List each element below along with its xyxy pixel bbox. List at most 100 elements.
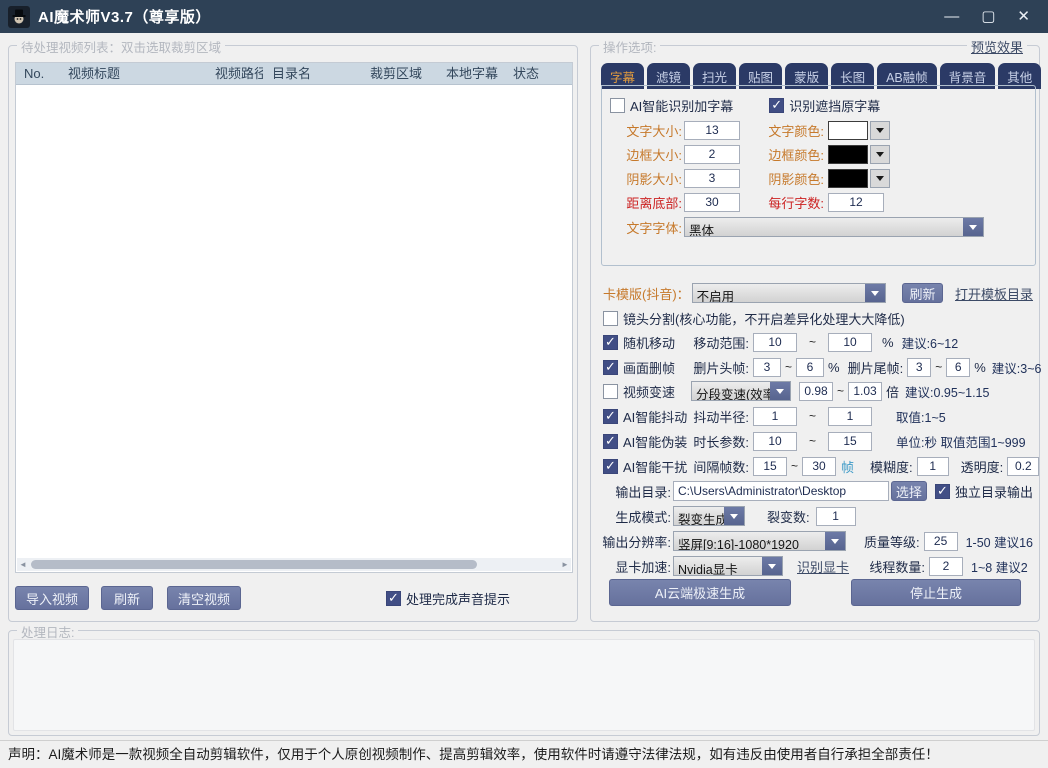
tail-frames-from-input[interactable]	[907, 358, 931, 377]
status-bar: 声明：AI魔术师是一款视频全自动剪辑软件，仅用于个人原创视频制作、提高剪辑效率，…	[0, 740, 1048, 768]
preview-effect-link[interactable]: 预览效果	[967, 37, 1027, 56]
border-color-dropdown-icon[interactable]	[870, 145, 890, 164]
speed-mode-select[interactable]: 分段变速(效率优先)	[691, 381, 791, 401]
independent-dir-label: 独立目录输出	[955, 482, 1033, 501]
subtitle-panel: AI智能识别加字幕 识别遮挡原字幕 文字大小: 文字颜色: 边框大小: 边框颜色…	[601, 85, 1036, 266]
chevron-down-icon[interactable]	[825, 532, 845, 550]
interval-from-input[interactable]	[753, 457, 787, 476]
mask-original-subtitle-label: 识别遮挡原字幕	[789, 96, 880, 115]
shake-to-input[interactable]	[828, 407, 872, 426]
chevron-down-icon[interactable]	[865, 284, 885, 302]
quality-input[interactable]	[924, 532, 958, 551]
speed-change-checkbox[interactable]	[603, 384, 618, 399]
independent-dir-checkbox[interactable]	[935, 484, 950, 499]
open-template-dir-link[interactable]: 打开模板目录	[955, 284, 1033, 303]
shadow-color-dropdown-icon[interactable]	[870, 169, 890, 188]
template-select[interactable]: 不启用	[692, 283, 886, 303]
duration-to-input[interactable]	[828, 432, 872, 451]
minimize-button[interactable]: —	[944, 0, 959, 33]
cloud-generate-button[interactable]: AI云端极速生成	[609, 579, 791, 606]
sound-tip-checkbox[interactable]	[386, 591, 401, 606]
shadow-color-swatch[interactable]	[828, 169, 868, 188]
app-window: AI魔术师V3.7（尊享版） — ▢ ✕ 待处理视频列表：双击选取裁剪区域 No…	[0, 0, 1048, 768]
log-output-area	[13, 639, 1035, 731]
frame-delete-checkbox[interactable]	[603, 360, 618, 375]
interval-to-input[interactable]	[802, 457, 836, 476]
move-range-from-input[interactable]	[753, 333, 797, 352]
tail-frames-label: 删片尾帧:	[848, 358, 904, 377]
chevron-down-icon[interactable]	[762, 557, 782, 575]
col-no: No.	[16, 63, 60, 84]
video-table: No. 视频标题 视频路径 目录名 裁剪区域 本地字幕 状态 ◄ ►	[15, 62, 573, 573]
text-color-dropdown-icon[interactable]	[870, 121, 890, 140]
maximize-button[interactable]: ▢	[981, 0, 995, 33]
move-range-to-input[interactable]	[828, 333, 872, 352]
opacity-label: 透明度:	[961, 457, 1004, 476]
resolution-select[interactable]: 竖屏[9:16]-1080*1920	[673, 531, 846, 551]
close-button[interactable]: ✕	[1017, 0, 1030, 33]
scrollbar-thumb[interactable]	[31, 560, 477, 569]
choose-dir-button[interactable]: 选择	[891, 481, 927, 501]
speed-to-input[interactable]	[848, 382, 882, 401]
col-path: 视频路径	[207, 63, 264, 84]
shadow-size-label: 阴影大小:	[602, 169, 682, 188]
move-range-label: 移动范围:	[689, 333, 749, 352]
font-select[interactable]: 黑体	[684, 217, 984, 237]
horizontal-scrollbar[interactable]: ◄ ►	[17, 558, 571, 571]
col-status: 状态	[505, 63, 572, 84]
video-table-body[interactable]	[16, 86, 572, 558]
head-frames-from-input[interactable]	[753, 358, 781, 377]
border-color-swatch[interactable]	[828, 145, 868, 164]
ai-interfere-checkbox[interactable]	[603, 459, 618, 474]
text-size-input[interactable]	[684, 121, 740, 140]
chevron-down-icon[interactable]	[770, 382, 790, 400]
output-dir-input[interactable]	[673, 481, 889, 501]
quality-label: 质量等级:	[858, 532, 920, 551]
gpu-select[interactable]: Nvidia显卡	[673, 556, 783, 576]
bottom-offset-label: 距离底部:	[602, 193, 682, 212]
refresh-list-button[interactable]: 刷新	[101, 586, 153, 610]
clear-video-button[interactable]: 清空视频	[167, 586, 241, 610]
shake-from-input[interactable]	[753, 407, 797, 426]
tail-frames-to-input[interactable]	[946, 358, 970, 377]
opacity-input[interactable]	[1007, 457, 1039, 476]
ai-add-subtitle-checkbox[interactable]	[610, 98, 625, 113]
gen-mode-select[interactable]: 裂变生成	[673, 506, 745, 526]
detect-gpu-link[interactable]: 识别显卡	[797, 557, 849, 576]
duration-from-input[interactable]	[753, 432, 797, 451]
speed-from-input[interactable]	[799, 382, 833, 401]
ai-shake-checkbox[interactable]	[603, 409, 618, 424]
border-size-input[interactable]	[684, 145, 740, 164]
scroll-right-icon[interactable]: ►	[559, 558, 571, 571]
log-groupbox: 处理日志:	[8, 630, 1040, 736]
head-frames-label: 删片头帧:	[689, 358, 749, 377]
bottom-offset-input[interactable]	[684, 193, 740, 212]
ai-disguise-checkbox[interactable]	[603, 434, 618, 449]
interval-frames-label: 间隔帧数:	[689, 457, 749, 476]
chars-per-line-label: 每行字数:	[744, 193, 824, 212]
blur-input[interactable]	[917, 457, 949, 476]
options-legend: 操作选项:	[599, 37, 660, 56]
shadow-size-input[interactable]	[684, 169, 740, 188]
stop-generate-button[interactable]: 停止生成	[851, 579, 1021, 606]
template-refresh-button[interactable]: 刷新	[902, 283, 943, 303]
app-logo-icon	[8, 6, 30, 28]
chevron-down-icon[interactable]	[963, 218, 983, 236]
duration-param-label: 时长参数:	[689, 432, 749, 451]
lens-split-checkbox[interactable]	[603, 311, 618, 326]
col-dir: 目录名	[264, 63, 362, 84]
mask-original-subtitle-checkbox[interactable]	[769, 98, 784, 113]
text-size-label: 文字大小:	[602, 121, 682, 140]
head-frames-to-input[interactable]	[796, 358, 824, 377]
fission-count-label: 裂变数:	[767, 507, 810, 526]
random-move-checkbox[interactable]	[603, 335, 618, 350]
threads-input[interactable]	[929, 557, 963, 576]
chevron-down-icon[interactable]	[724, 507, 744, 525]
ai-interfere-label: AI智能干扰	[623, 457, 689, 476]
disguise-hint: 单位:秒 取值范围1~999	[896, 432, 1026, 451]
import-video-button[interactable]: 导入视频	[15, 586, 89, 610]
chars-per-line-input[interactable]	[828, 193, 884, 212]
scroll-left-icon[interactable]: ◄	[17, 558, 29, 571]
fission-count-input[interactable]	[816, 507, 856, 526]
text-color-swatch[interactable]	[828, 121, 868, 140]
